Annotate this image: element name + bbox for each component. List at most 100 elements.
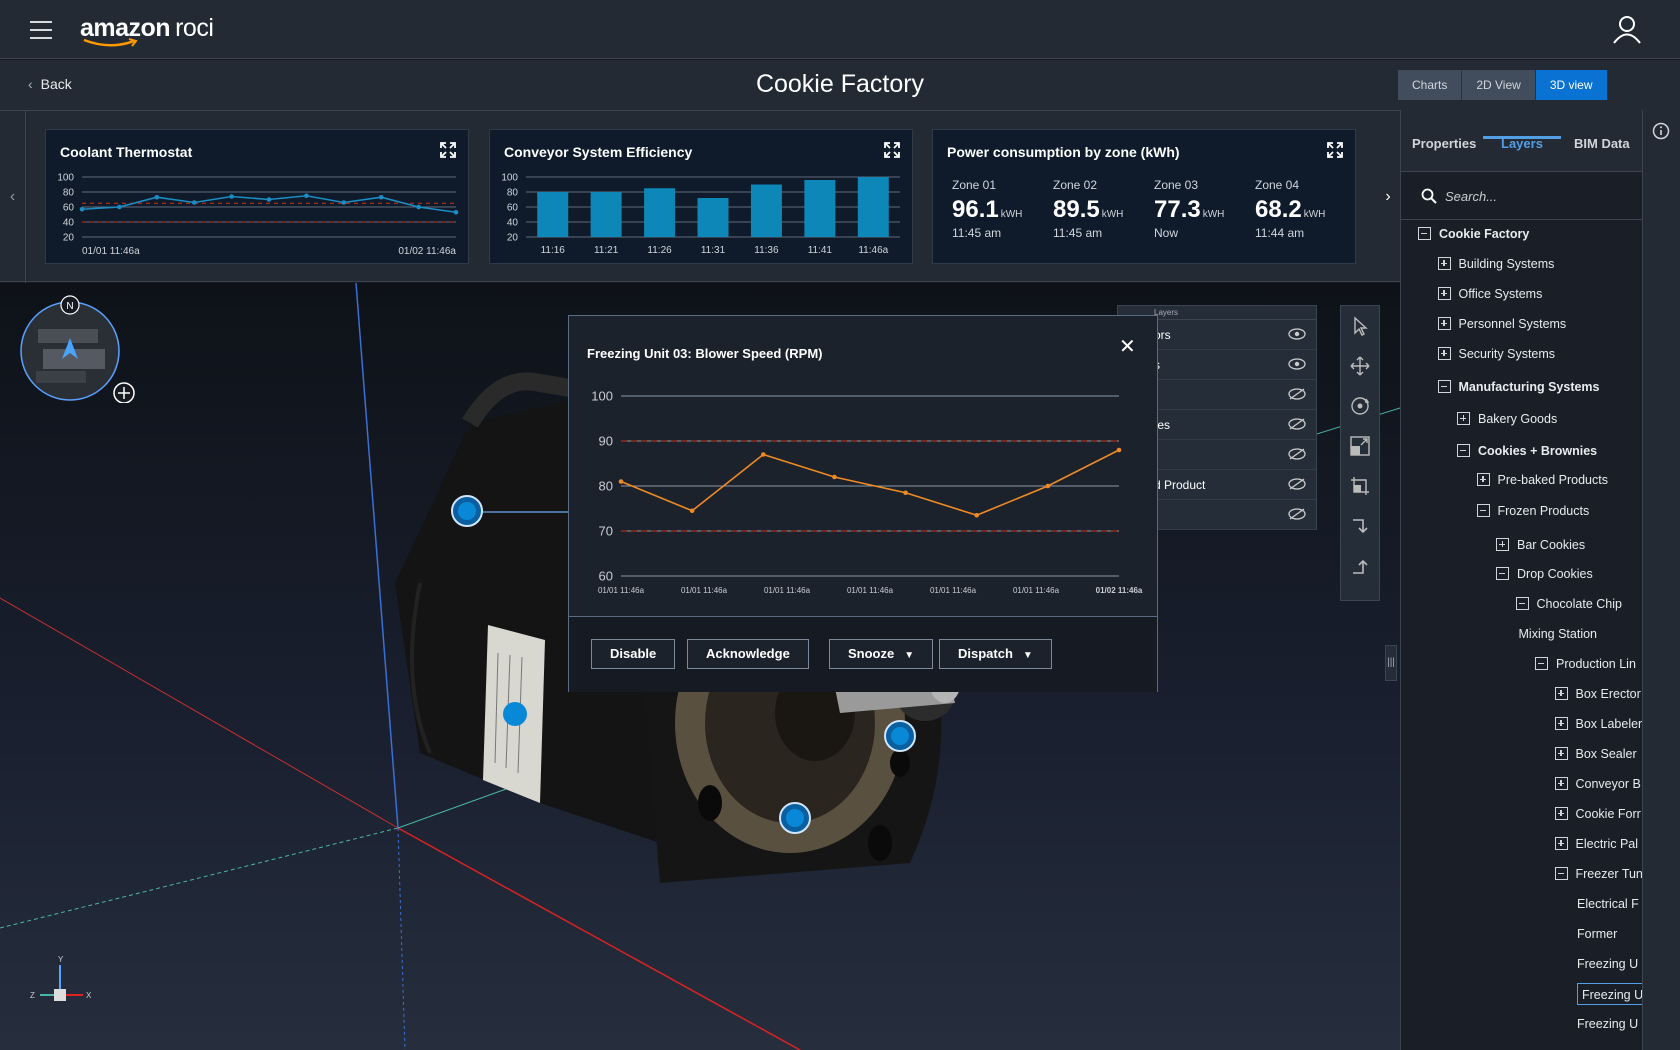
tree-node[interactable]: Office Systems <box>1437 283 1543 305</box>
step-down-icon[interactable] <box>1341 506 1379 546</box>
expand-icon[interactable] <box>884 142 900 158</box>
y-tick-label: 20 <box>507 232 519 243</box>
tree-node[interactable]: Box Labeler <box>1554 713 1642 735</box>
acknowledge-button[interactable]: Acknowledge <box>687 639 809 669</box>
tree-node[interactable]: Freezing U <box>1577 983 1643 1005</box>
expand-icon[interactable] <box>1327 142 1343 158</box>
expand-plus-icon[interactable] <box>1554 777 1568 790</box>
x-tick-label: 11:21 <box>594 245 619 256</box>
x-tick-label: 11:36 <box>754 245 779 256</box>
tree-node[interactable]: Personnel Systems <box>1437 313 1567 335</box>
zoom-extents-icon[interactable] <box>1341 426 1379 466</box>
tree-node[interactable]: Drop Cookies <box>1496 563 1593 585</box>
resize-handle[interactable]: ||| <box>1385 645 1397 681</box>
collapse-minus-icon[interactable] <box>1554 867 1568 880</box>
select-tool-icon[interactable] <box>1341 306 1379 346</box>
collapse-minus-icon[interactable] <box>1535 657 1548 670</box>
compass-north-label: N <box>66 301 73 312</box>
tree-node[interactable]: Electric Pal <box>1554 833 1638 855</box>
pan-tool-icon[interactable] <box>1341 346 1379 386</box>
tab-2d-view[interactable]: 2D View <box>1462 70 1536 100</box>
tree-node[interactable]: Cookie Forr <box>1554 803 1641 825</box>
tree-node[interactable]: Conveyor B <box>1554 773 1641 795</box>
collapse-minus-icon[interactable] <box>1418 227 1431 240</box>
tab-bim-data[interactable]: BIM Data <box>1574 136 1630 151</box>
tab-charts[interactable]: Charts <box>1398 70 1463 100</box>
expand-plus-icon[interactable] <box>1496 538 1509 551</box>
tab-3d-view[interactable]: 3D view <box>1535 70 1608 100</box>
tree-node[interactable]: Bar Cookies <box>1496 534 1585 556</box>
collapse-minus-icon[interactable] <box>1515 597 1529 610</box>
eye-off-icon[interactable] <box>1288 508 1306 520</box>
expand-plus-icon[interactable] <box>1554 717 1568 730</box>
expand-plus-icon[interactable] <box>1437 347 1451 360</box>
expand-plus-icon[interactable] <box>1476 473 1490 486</box>
tree-node[interactable]: Production Lin <box>1535 653 1636 675</box>
eye-off-icon[interactable] <box>1288 478 1306 490</box>
zone-metric: Zone 01 96.1 kWH 11:45 am <box>952 178 1023 240</box>
search-input[interactable] <box>1445 186 1625 206</box>
collapse-minus-icon[interactable] <box>1437 380 1451 393</box>
info-icon[interactable] <box>1652 122 1670 140</box>
tree-node[interactable]: Bakery Goods <box>1457 408 1557 430</box>
expand-plus-icon[interactable] <box>1554 837 1568 850</box>
eye-icon[interactable] <box>1288 358 1306 370</box>
eye-off-icon[interactable] <box>1288 448 1306 460</box>
tree-node-label: Office Systems <box>1458 287 1543 301</box>
tree-node[interactable]: Freezing U <box>1577 1013 1638 1035</box>
scroll-left-button[interactable]: ‹ <box>0 111 26 283</box>
expand-plus-icon[interactable] <box>1457 412 1470 425</box>
eye-icon[interactable] <box>1288 328 1306 340</box>
tree-node[interactable]: Freezing U <box>1577 953 1638 975</box>
user-profile-icon[interactable] <box>1612 14 1642 44</box>
expand-plus-icon[interactable] <box>1437 317 1451 330</box>
data-point <box>618 479 624 484</box>
close-icon[interactable]: ✕ <box>1119 334 1136 359</box>
card-title: Coolant Thermostat <box>60 144 193 160</box>
snooze-dropdown[interactable]: Snooze ▼ <box>829 639 934 669</box>
tree-node[interactable]: Chocolate Chip <box>1515 593 1622 615</box>
tab-properties[interactable]: Properties <box>1412 136 1476 151</box>
tree-node[interactable]: Mixing Station <box>1519 623 1598 645</box>
collapse-minus-icon[interactable] <box>1476 504 1490 517</box>
tree-node[interactable]: Electrical F <box>1577 893 1639 915</box>
expand-plus-icon[interactable] <box>1554 687 1568 700</box>
data-point <box>229 194 234 199</box>
tree-node[interactable]: Security Systems <box>1437 343 1555 365</box>
collapse-minus-icon[interactable] <box>1457 444 1470 457</box>
collapse-minus-icon[interactable] <box>1496 567 1509 580</box>
scroll-right-button[interactable]: › <box>1375 111 1401 283</box>
tree-node-label: Production Lin <box>1556 657 1636 671</box>
tree-node[interactable]: Freezer Tun <box>1554 863 1643 885</box>
tree-node[interactable]: Box Sealer <box>1554 743 1637 765</box>
tree-node[interactable]: Manufacturing Systems <box>1437 376 1600 398</box>
expand-plus-icon[interactable] <box>1437 287 1451 300</box>
dispatch-dropdown[interactable]: Dispatch ▼ <box>939 639 1052 669</box>
eye-off-icon[interactable] <box>1288 418 1306 430</box>
tree-node[interactable]: Frozen Products <box>1476 500 1589 522</box>
y-tick-label: 40 <box>63 217 75 228</box>
expand-icon[interactable] <box>440 142 456 158</box>
tree-node[interactable]: Cookies + Brownies <box>1457 440 1597 462</box>
disable-button[interactable]: Disable <box>591 639 676 669</box>
minimap-compass[interactable]: N <box>18 291 148 403</box>
tree-node[interactable]: Cookie Factory <box>1418 223 1529 245</box>
data-point <box>832 474 837 480</box>
expand-plus-icon[interactable] <box>1554 747 1568 760</box>
data-point <box>79 206 85 212</box>
tree-node[interactable]: Box Erector <box>1554 683 1641 705</box>
tree-node[interactable]: Building Systems <box>1437 253 1554 275</box>
step-up-icon[interactable] <box>1341 546 1379 586</box>
y-tick-label: 60 <box>63 202 75 213</box>
tree-node[interactable]: Pre-baked Products <box>1476 469 1608 491</box>
hamburger-menu-icon[interactable] <box>30 21 52 39</box>
expand-plus-icon[interactable] <box>1437 257 1451 270</box>
bar <box>537 192 569 237</box>
tree-node-label: Conveyor B <box>1575 777 1641 791</box>
expand-plus-icon[interactable] <box>1554 807 1568 820</box>
tree-node[interactable]: Former <box>1577 923 1617 945</box>
crop-tool-icon[interactable] <box>1341 466 1379 506</box>
eye-off-icon[interactable] <box>1288 388 1306 400</box>
orbit-tool-icon[interactable] <box>1341 386 1379 426</box>
tree-node-label: Personnel Systems <box>1458 317 1567 331</box>
